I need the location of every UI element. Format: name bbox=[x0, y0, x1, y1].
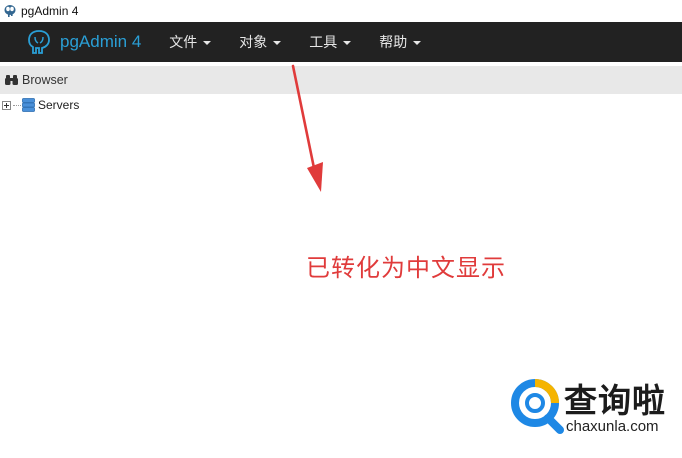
elephant-icon bbox=[26, 29, 52, 55]
menu-help[interactable]: 帮助 bbox=[365, 22, 435, 62]
magnifier-logo-icon bbox=[511, 379, 564, 434]
brand-name: pgAdmin 4 bbox=[60, 32, 142, 51]
tree-node-label: Servers bbox=[38, 98, 80, 112]
main-menu: 文件 对象 工具 帮助 bbox=[155, 22, 435, 62]
elephant-icon bbox=[3, 4, 17, 18]
menu-help-label: 帮助 bbox=[379, 35, 408, 51]
expand-plus-icon[interactable] bbox=[2, 100, 11, 110]
caret-down-icon bbox=[413, 41, 422, 45]
watermark: 查询啦 chaxunla.com bbox=[508, 372, 678, 442]
menu-tools-label: 工具 bbox=[309, 35, 338, 51]
binoculars-icon bbox=[5, 74, 18, 86]
menu-object[interactable]: 对象 bbox=[225, 22, 295, 62]
top-navbar: pgAdmin 4 文件 对象 工具 帮助 bbox=[0, 22, 682, 62]
menu-file-label: 文件 bbox=[169, 35, 198, 51]
menu-file[interactable]: 文件 bbox=[155, 22, 225, 62]
tree-node-servers[interactable]: Servers bbox=[2, 97, 79, 113]
caret-down-icon bbox=[343, 41, 352, 45]
menu-tools[interactable]: 工具 bbox=[295, 22, 365, 62]
caret-down-icon bbox=[203, 41, 212, 45]
window-titlebar: pgAdmin 4 bbox=[0, 0, 682, 22]
server-group-icon bbox=[22, 98, 35, 112]
annotation-text: 已转化为中文显示 bbox=[306, 254, 506, 282]
browser-panel-tab[interactable]: Browser bbox=[0, 66, 682, 94]
brand-link[interactable]: pgAdmin 4 bbox=[26, 29, 141, 55]
window-title: pgAdmin 4 bbox=[21, 4, 79, 18]
watermark-title: 查询啦 bbox=[564, 381, 666, 420]
tree-connector bbox=[13, 104, 21, 106]
menu-object-label: 对象 bbox=[239, 35, 268, 51]
annotation-arrow-icon bbox=[291, 64, 323, 192]
pgadmin-window: pgAdmin 4 pgAdmin 4 文件 对象 工具 帮助 Browser … bbox=[0, 0, 682, 458]
browser-panel-title: Browser bbox=[22, 73, 68, 87]
watermark-url: chaxunla.com bbox=[566, 418, 659, 435]
caret-down-icon bbox=[273, 41, 282, 45]
